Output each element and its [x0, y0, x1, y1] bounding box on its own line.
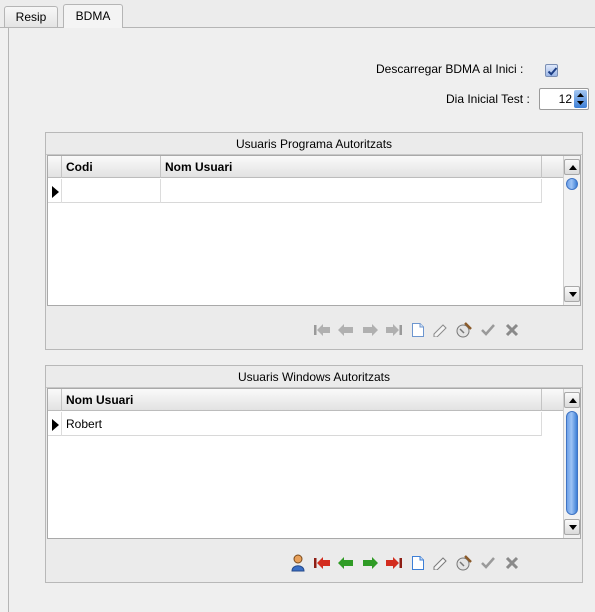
scroll-down-button[interactable]	[564, 519, 580, 535]
row-indicator	[48, 412, 62, 436]
column-header-nom-usuari[interactable]: Nom Usuari	[161, 156, 542, 178]
first-button[interactable]	[312, 552, 332, 574]
last-button[interactable]	[384, 319, 404, 341]
program-users-group: Usuaris Programa Autoritzats Codi Nom Us…	[45, 132, 583, 350]
day-value: 12	[558, 92, 572, 106]
scroll-thumb[interactable]	[566, 411, 578, 515]
download-label: Descarregar BDMA al Inici :	[376, 62, 524, 76]
check-icon	[547, 67, 558, 76]
current-row-icon	[52, 419, 59, 431]
delete-button[interactable]	[502, 552, 522, 574]
table-row[interactable]: Robert	[48, 412, 542, 436]
edit-button[interactable]	[430, 552, 450, 574]
delete-button[interactable]	[502, 319, 522, 341]
prior-icon	[338, 324, 353, 336]
column-header-nom-usuari[interactable]: Nom Usuari	[62, 389, 542, 411]
first-icon	[314, 324, 330, 336]
last-icon	[386, 557, 402, 569]
scroll-thumb[interactable]	[566, 178, 578, 190]
cancel-edit-button[interactable]	[454, 552, 474, 574]
vertical-scrollbar[interactable]	[563, 156, 580, 305]
cell-codi[interactable]	[62, 179, 161, 203]
down-arrow-icon	[569, 292, 577, 297]
cancel-edit-icon	[456, 555, 472, 571]
vertical-scrollbar[interactable]	[563, 389, 580, 538]
down-arrow-icon	[569, 525, 577, 530]
prior-button[interactable]	[336, 319, 356, 341]
first-button[interactable]	[312, 319, 332, 341]
insert-button[interactable]	[408, 552, 428, 574]
bdma-page: Descarregar BDMA al Inici : Dia Inicial …	[8, 28, 595, 612]
edit-button[interactable]	[430, 319, 450, 341]
scroll-up-button[interactable]	[564, 159, 580, 175]
column-header-codi[interactable]: Codi	[62, 156, 161, 178]
insert-icon	[412, 323, 424, 337]
insert-icon	[412, 556, 424, 570]
updown-icon	[577, 93, 584, 105]
next-button[interactable]	[360, 552, 380, 574]
next-icon	[363, 557, 378, 569]
program-users-title: Usuaris Programa Autoritzats	[46, 133, 582, 155]
post-icon	[481, 557, 495, 569]
windows-users-title: Usuaris Windows Autoritzats	[46, 366, 582, 388]
last-button[interactable]	[384, 552, 404, 574]
row-indicator	[48, 179, 62, 203]
prior-icon	[338, 557, 353, 569]
grid-header: Codi Nom Usuari	[48, 156, 564, 178]
grid-header: Nom Usuari	[48, 389, 564, 411]
next-button[interactable]	[360, 319, 380, 341]
delete-icon	[505, 323, 519, 337]
next-icon	[363, 324, 378, 336]
tab-resip[interactable]: Resip	[4, 6, 58, 28]
cancel-edit-button[interactable]	[454, 319, 474, 341]
user-icon	[291, 554, 305, 572]
post-button[interactable]	[478, 552, 498, 574]
indicator-header	[48, 156, 62, 178]
download-checkbox[interactable]	[545, 64, 558, 77]
prior-button[interactable]	[336, 552, 356, 574]
scroll-up-button[interactable]	[564, 392, 580, 408]
cancel-edit-icon	[456, 322, 472, 338]
windows-users-group: Usuaris Windows Autoritzats Nom Usuari R…	[45, 365, 583, 583]
user-button[interactable]	[288, 552, 308, 574]
up-arrow-icon	[569, 398, 577, 403]
spin-buttons[interactable]	[574, 90, 587, 108]
windows-users-grid[interactable]: Nom Usuari Robert	[47, 388, 581, 539]
indicator-header	[48, 389, 62, 411]
tab-bdma[interactable]: BDMA	[63, 4, 123, 28]
windows-users-navigator	[288, 552, 548, 576]
delete-icon	[505, 556, 519, 570]
edit-icon	[433, 557, 447, 570]
day-label: Dia Inicial Test :	[446, 92, 530, 106]
day-spinner[interactable]: 12	[539, 88, 589, 110]
edit-icon	[433, 324, 447, 337]
first-icon	[314, 557, 330, 569]
insert-button[interactable]	[408, 319, 428, 341]
post-icon	[481, 324, 495, 336]
tab-bar: Resip BDMA	[0, 0, 595, 28]
scroll-down-button[interactable]	[564, 286, 580, 302]
post-button[interactable]	[478, 319, 498, 341]
table-row[interactable]	[48, 179, 542, 203]
program-users-navigator	[312, 319, 542, 343]
cell-nom-usuari[interactable]: Robert	[62, 412, 542, 436]
last-icon	[386, 324, 402, 336]
up-arrow-icon	[569, 165, 577, 170]
cell-nom-usuari[interactable]	[161, 179, 542, 203]
program-users-grid[interactable]: Codi Nom Usuari	[47, 155, 581, 306]
current-row-icon	[52, 186, 59, 198]
